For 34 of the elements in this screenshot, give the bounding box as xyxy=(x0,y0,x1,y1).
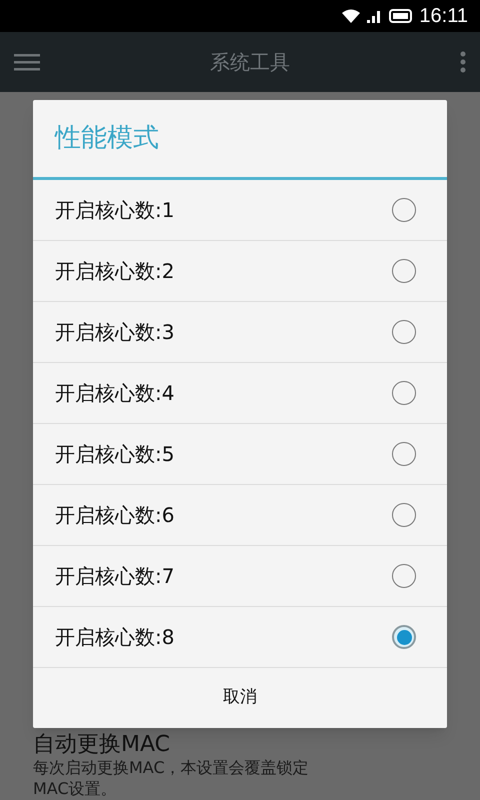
option-row[interactable]: 开启核心数:4 xyxy=(33,363,447,424)
cancel-button[interactable]: 取消 xyxy=(33,668,447,728)
option-label: 开启核心数:2 xyxy=(55,258,174,285)
radio-button[interactable] xyxy=(392,503,416,527)
radio-button[interactable] xyxy=(392,198,416,222)
app-title: 系统工具 xyxy=(210,49,290,76)
option-row[interactable]: 开启核心数:7 xyxy=(33,546,447,607)
option-row[interactable]: 开启核心数:2 xyxy=(33,241,447,302)
setting-description: 每次启动更换MAC，本设置会覆盖锁定MAC设置。 xyxy=(33,757,310,799)
option-row[interactable]: 开启核心数:8 xyxy=(33,607,447,668)
option-label: 开启核心数:8 xyxy=(55,624,174,651)
battery-icon xyxy=(389,9,414,23)
option-row[interactable]: 开启核心数:3 xyxy=(33,302,447,363)
wifi-icon xyxy=(341,8,362,24)
option-label: 开启核心数:6 xyxy=(55,502,174,529)
radio-button[interactable] xyxy=(392,320,416,344)
radio-button[interactable] xyxy=(392,442,416,466)
option-row[interactable]: 开启核心数:1 xyxy=(33,180,447,241)
setting-title: 自动更换MAC xyxy=(33,733,172,757)
radio-button[interactable] xyxy=(392,381,416,405)
option-row[interactable]: 开启核心数:5 xyxy=(33,424,447,485)
status-time: 16:11 xyxy=(419,6,468,26)
radio-button[interactable] xyxy=(392,625,416,649)
option-label: 开启核心数:7 xyxy=(55,563,174,590)
radio-button[interactable] xyxy=(392,564,416,588)
more-options-icon[interactable] xyxy=(460,51,466,73)
option-label: 开启核心数:1 xyxy=(55,197,174,224)
option-label: 开启核心数:5 xyxy=(55,441,174,468)
option-label: 开启核心数:4 xyxy=(55,380,174,407)
menu-icon[interactable] xyxy=(14,53,40,71)
radio-button[interactable] xyxy=(392,259,416,283)
dialog-title: 性能模式 xyxy=(55,122,159,155)
option-row[interactable]: 开启核心数:6 xyxy=(33,485,447,546)
option-label: 开启核心数:3 xyxy=(55,319,174,346)
